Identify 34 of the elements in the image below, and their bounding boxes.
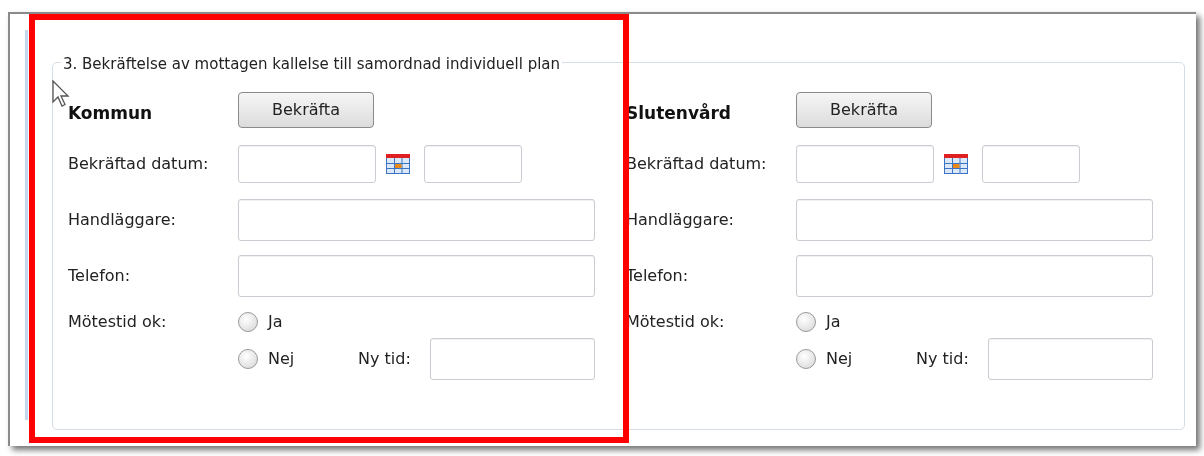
radio-button[interactable] bbox=[238, 349, 258, 369]
text-field[interactable] bbox=[238, 255, 595, 297]
radio-button[interactable] bbox=[796, 312, 816, 332]
text-field[interactable] bbox=[796, 199, 1153, 241]
text-field[interactable] bbox=[982, 145, 1080, 183]
field-label: Telefon: bbox=[626, 265, 690, 287]
field-label: Bekräftad datum: bbox=[626, 153, 768, 175]
field-label: Ny tid: bbox=[358, 348, 412, 370]
text-field[interactable] bbox=[424, 145, 522, 183]
field-label: Mötestid ok: bbox=[68, 311, 168, 333]
calendar-icon[interactable] bbox=[386, 154, 410, 174]
field-label: Handläggare: bbox=[626, 209, 735, 231]
radio-button[interactable] bbox=[796, 349, 816, 369]
field-label: Telefon: bbox=[68, 265, 132, 287]
calendar-icon[interactable] bbox=[944, 154, 968, 174]
text-field[interactable] bbox=[796, 145, 934, 183]
section-title: Kommun bbox=[68, 102, 154, 126]
radio-label: Nej bbox=[268, 348, 295, 370]
section-title: Slutenvård bbox=[626, 102, 733, 126]
text-field[interactable] bbox=[430, 338, 595, 380]
radio-label: Ja bbox=[268, 311, 283, 333]
text-field[interactable] bbox=[796, 255, 1153, 297]
text-field[interactable] bbox=[988, 338, 1153, 380]
confirm-button[interactable]: Bekräfta bbox=[238, 92, 374, 128]
radio-button[interactable] bbox=[238, 312, 258, 332]
radio-label: Ja bbox=[826, 311, 841, 333]
confirm-button[interactable]: Bekräfta bbox=[796, 92, 932, 128]
field-label: Ny tid: bbox=[916, 348, 970, 370]
mouse-cursor-icon bbox=[52, 80, 72, 108]
field-label: Bekräftad datum: bbox=[68, 153, 210, 175]
text-field[interactable] bbox=[238, 199, 595, 241]
text-field[interactable] bbox=[238, 145, 376, 183]
radio-label: Nej bbox=[826, 348, 853, 370]
field-label: Handläggare: bbox=[68, 209, 177, 231]
